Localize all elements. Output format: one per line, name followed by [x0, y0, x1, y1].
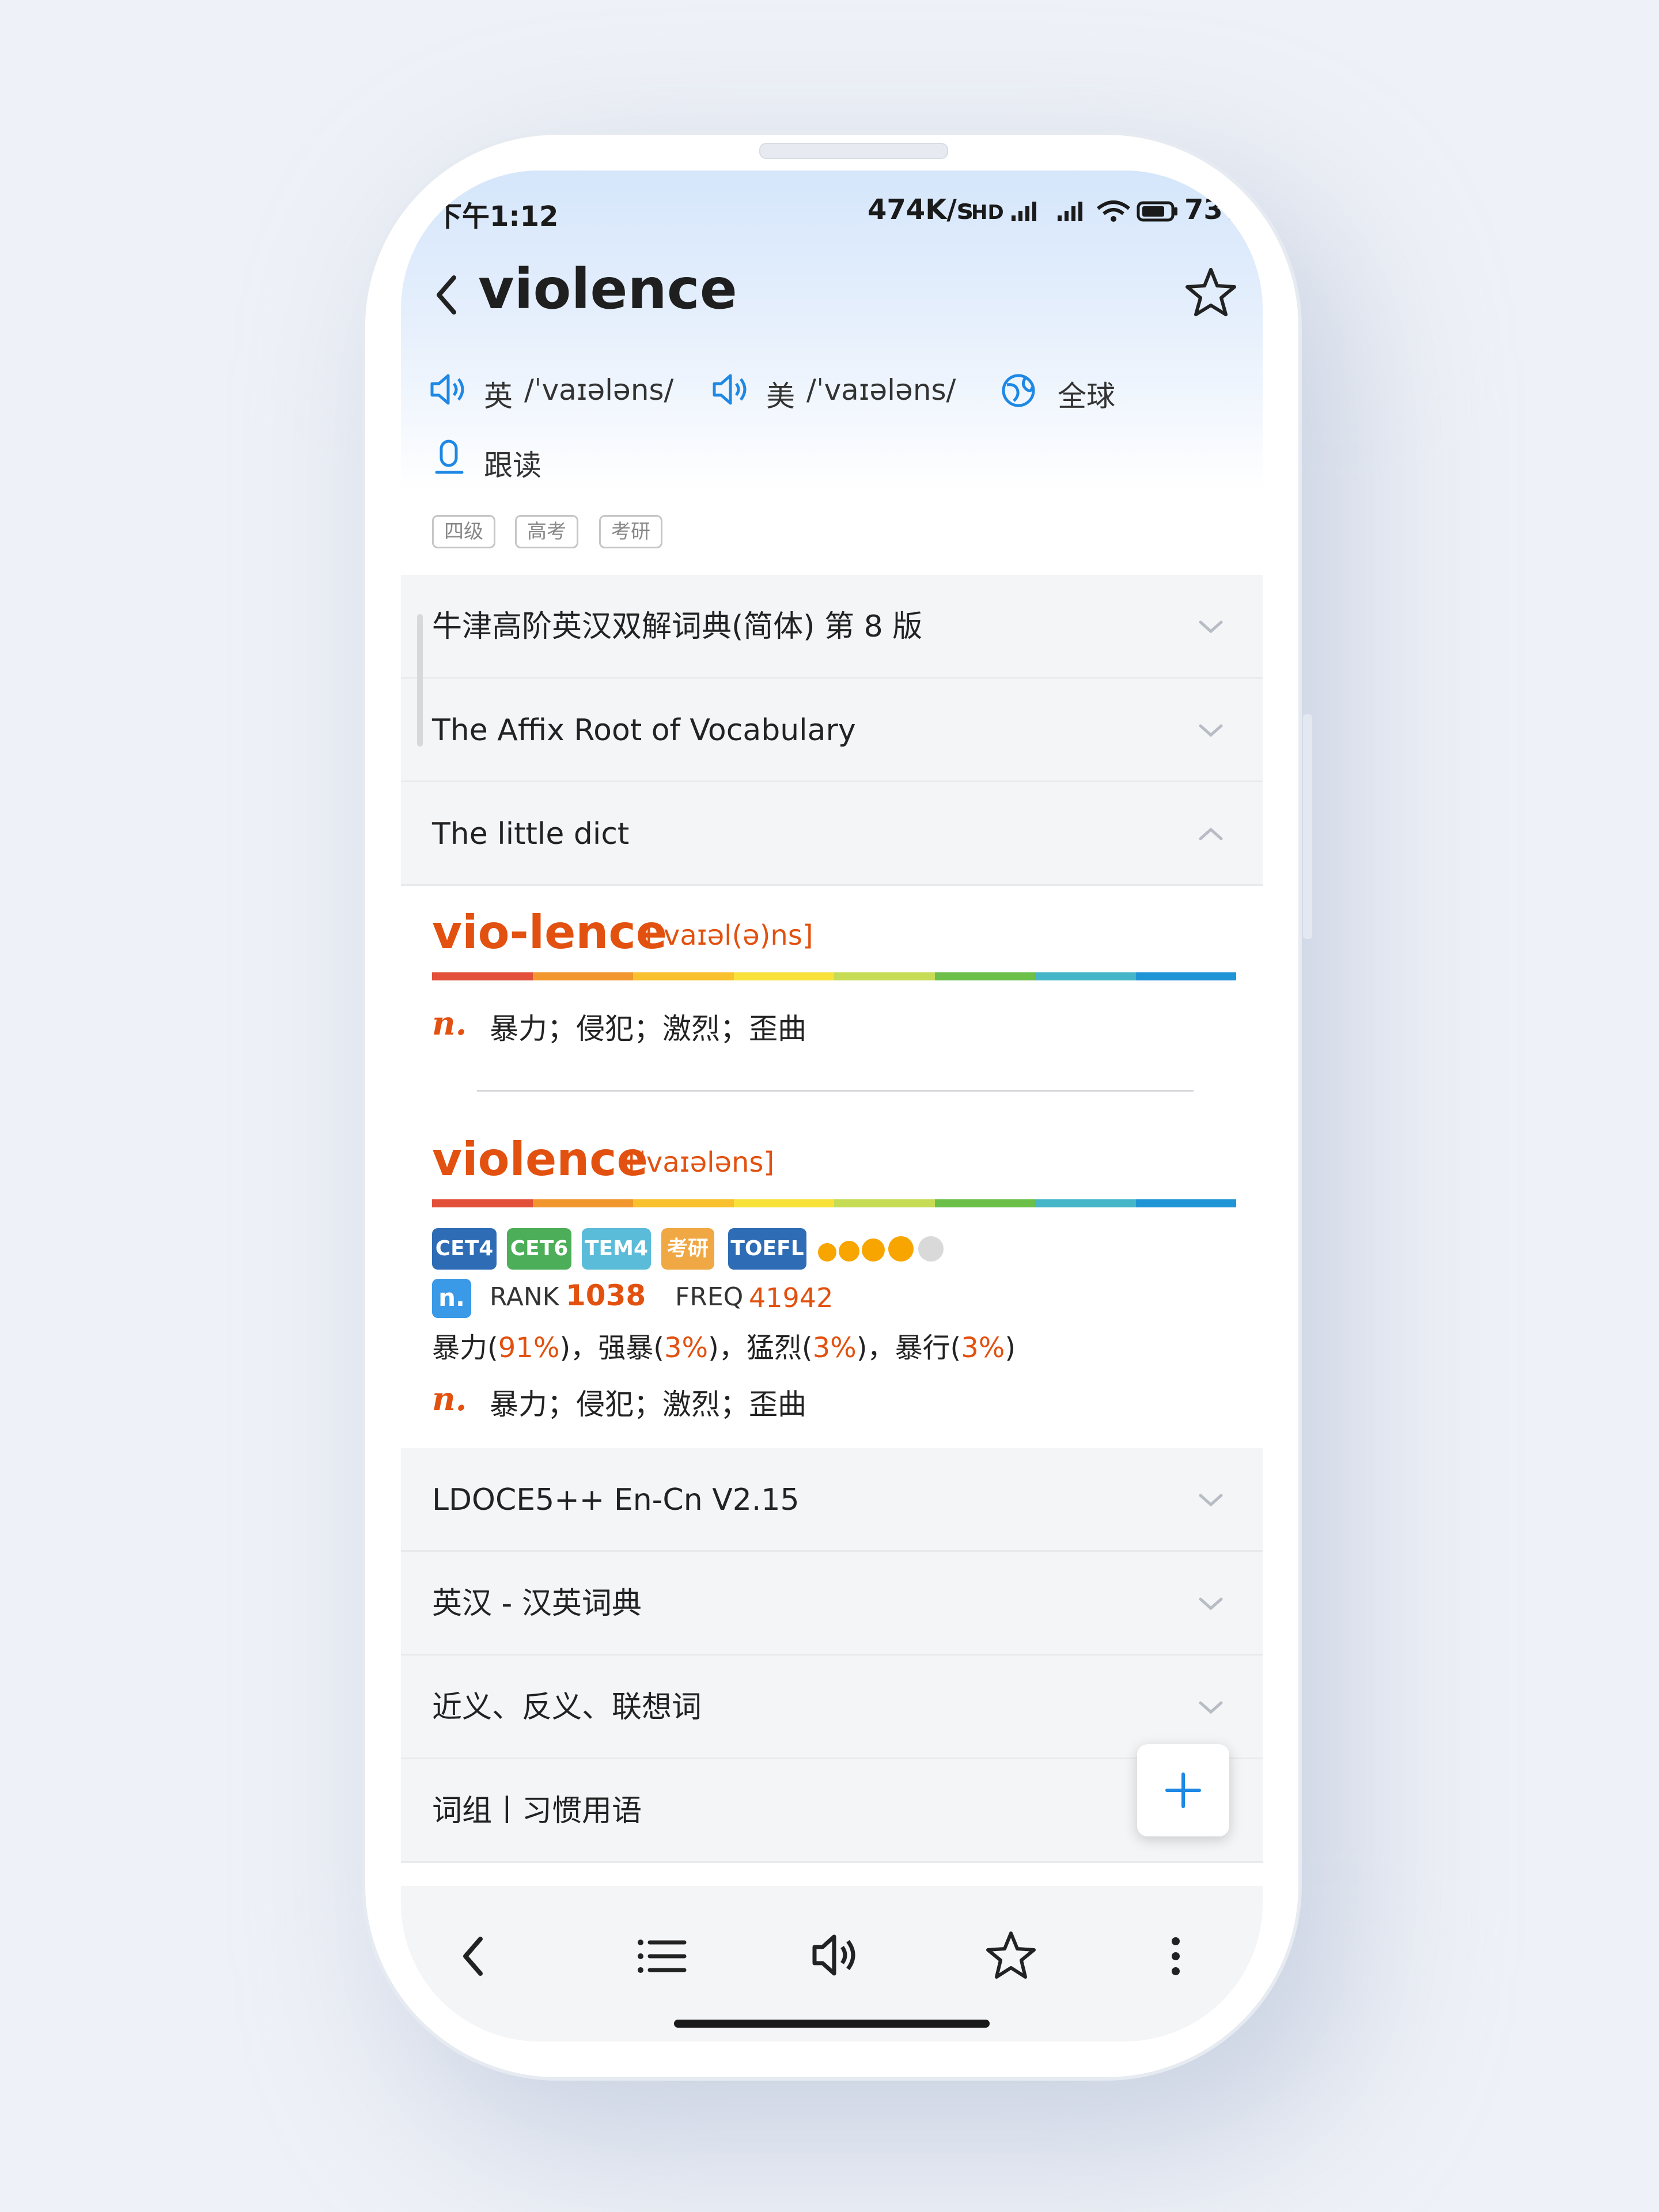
- status-network-speed: 474K/s: [868, 194, 974, 226]
- exam-tag: 考研: [599, 515, 662, 548]
- chevron-up-icon: [1199, 827, 1223, 840]
- translation-separator: ，: [867, 1332, 895, 1364]
- status-icons: HD: [971, 200, 1177, 224]
- phone-speaker: [759, 143, 948, 159]
- dict-row-label: 牛津高阶英汉双解词典(简体) 第 8 版: [432, 609, 923, 644]
- dict-row-label: The little dict: [432, 817, 630, 851]
- chevron-down-icon: [1199, 620, 1223, 634]
- back-icon[interactable]: [430, 272, 464, 318]
- speaker-icon: [430, 374, 464, 405]
- entry1-ipa: ['vaɪəl(ə)ns]: [645, 919, 813, 952]
- chevron-down-icon: [1199, 1597, 1223, 1611]
- follow-read-label: 跟读: [484, 449, 541, 482]
- status-time: 下午1:12: [434, 200, 559, 233]
- global-label: 全球: [1058, 380, 1115, 413]
- translation-word: 强暴: [598, 1332, 654, 1364]
- rank-label: RANK: [490, 1282, 559, 1312]
- app-screen: 下午1:12 474K/s HD 73% violence 英 /ˈvaɪələ…: [401, 171, 1263, 2041]
- page-title: violence: [478, 257, 737, 321]
- phone-side-button: [353, 518, 362, 593]
- exam-badge-kaoyan: 考研: [661, 1228, 714, 1270]
- home-indicator[interactable]: [674, 2020, 990, 2028]
- dict-row-ldoce[interactable]: LDOCE5++ En-Cn V2.15: [401, 1448, 1263, 1552]
- uk-ipa: /ˈvaɪələns/: [524, 373, 674, 407]
- translation-distribution: 暴力(91%)，强暴(3%)，猛烈(3%)，暴行(3%): [432, 1332, 1016, 1364]
- favorite-star-icon[interactable]: [1183, 265, 1238, 320]
- bottom-nav: [401, 1886, 1263, 2041]
- uk-pronunciation-button[interactable]: 英 /ˈvaɪələns/: [429, 366, 717, 413]
- translation-percent: 3%: [961, 1332, 1005, 1364]
- microphone-icon: [435, 440, 464, 474]
- freq-value: 41942: [749, 1282, 834, 1313]
- translation-word: 暴行: [895, 1332, 950, 1364]
- nav-list-icon[interactable]: [636, 1937, 688, 1977]
- uk-label: 英: [484, 380, 513, 413]
- translation-percent: 3%: [664, 1332, 709, 1364]
- rating-dot-filled: [862, 1238, 885, 1262]
- phone-side-button: [353, 847, 362, 979]
- chevron-down-icon: [1199, 1494, 1223, 1507]
- entry2-headword: violence: [432, 1132, 648, 1186]
- translation-word: 暴力: [432, 1332, 488, 1364]
- scrollbar[interactable]: [417, 614, 423, 747]
- freq-label: FREQ: [675, 1282, 744, 1312]
- status-battery: 73%: [1184, 194, 1251, 226]
- translation-word: 猛烈: [746, 1332, 802, 1364]
- follow-read-button[interactable]: 跟读: [429, 435, 567, 482]
- us-ipa: /ˈvaɪələns/: [806, 373, 956, 407]
- dict-row-little-dict[interactable]: The little dict: [401, 782, 1263, 886]
- entry2-ipa: [ˈvaɪələns]: [628, 1146, 775, 1179]
- global-pronunciation-button[interactable]: 全球: [1000, 366, 1150, 413]
- rank-value: 1038: [566, 1279, 646, 1312]
- translation-separator: ，: [570, 1332, 599, 1364]
- exam-badge-toefl: TOEFL: [728, 1228, 806, 1270]
- exam-tag: 高考: [515, 515, 578, 548]
- entry1-headword: vio-lence: [432, 906, 668, 959]
- entry2-definition: 暴力；侵犯；激烈；歪曲: [490, 1388, 806, 1421]
- svg-text:HD: HD: [971, 201, 1004, 224]
- entry1-definition: 暴力；侵犯；激烈；歪曲: [490, 1012, 806, 1046]
- rating-dot-filled: [839, 1241, 859, 1262]
- dict-row-oxford[interactable]: 牛津高阶英汉双解词典(简体) 第 8 版: [401, 575, 1263, 679]
- us-pronunciation-button[interactable]: 美 /ˈvaɪələns/: [711, 366, 987, 413]
- add-button[interactable]: [1137, 1744, 1229, 1836]
- dict-row-label: The Affix Root of Vocabulary: [432, 713, 856, 748]
- phone-side-button: [1303, 714, 1312, 939]
- nav-speaker-icon[interactable]: [810, 1932, 862, 1978]
- translation-percent: 3%: [812, 1332, 857, 1364]
- dict-row-affix-root[interactable]: The Affix Root of Vocabulary: [401, 679, 1263, 782]
- rating-dot-filled: [888, 1236, 914, 1262]
- exam-badge-cet4: CET4: [432, 1228, 497, 1270]
- chevron-down-icon: [1199, 1701, 1223, 1714]
- phone-side-button: [353, 668, 362, 801]
- nav-star-icon[interactable]: [985, 1930, 1037, 1982]
- globe-icon: [1002, 374, 1035, 407]
- entry1-pos: n.: [432, 1005, 467, 1043]
- translation-percent: 91%: [498, 1332, 560, 1364]
- entry-separator: [477, 1090, 1194, 1092]
- dict-row-en-cn[interactable]: 英汉 - 汉英词典: [401, 1552, 1263, 1656]
- rating-dot-empty: [918, 1236, 944, 1262]
- translation-separator: ，: [718, 1332, 747, 1364]
- rating-dot-filled: [818, 1243, 836, 1262]
- nav-back-icon[interactable]: [453, 1931, 493, 1983]
- dict-row-label: 近义、反义、联想词: [432, 1690, 702, 1725]
- rainbow-divider: [432, 972, 1236, 980]
- dict-row-label: LDOCE5++ En-Cn V2.15: [432, 1483, 800, 1517]
- entry2-pos: n.: [432, 1380, 467, 1418]
- us-label: 美: [766, 380, 795, 413]
- exam-tag: 四级: [432, 515, 495, 548]
- plus-icon: [1165, 1772, 1201, 1808]
- dict-row-synonyms[interactable]: 近义、反义、联想词: [401, 1656, 1263, 1759]
- speaker-icon: [713, 374, 747, 405]
- dict-row-label: 英汉 - 汉英词典: [432, 1586, 642, 1621]
- pos-badge: n.: [432, 1279, 471, 1318]
- chevron-down-icon: [1199, 724, 1223, 737]
- exam-badge-tem4: TEM4: [582, 1228, 651, 1270]
- dict-row-label: 词组丨习惯用语: [432, 1794, 642, 1828]
- nav-more-icon[interactable]: [1167, 1936, 1184, 1977]
- dict-row-phrases[interactable]: 词组丨习惯用语: [401, 1759, 1263, 1863]
- rainbow-divider: [432, 1199, 1236, 1207]
- exam-badge-cet6: CET6: [507, 1228, 571, 1270]
